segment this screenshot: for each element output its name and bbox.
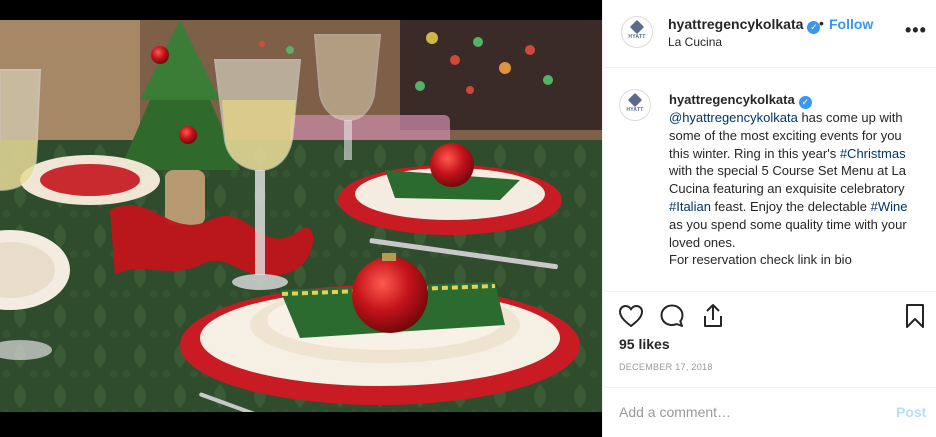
follow-button[interactable]: Follow (829, 16, 873, 32)
header-username-row: hyattregencykolkata ✓ (668, 16, 821, 34)
caption-username[interactable]: hyattregencykolkata (669, 92, 795, 107)
post-header: HYATT hyattregencykolkata ✓ • Follow La C… (603, 0, 936, 68)
post-actions: 95 likes DECEMBER 17, 2018 (603, 291, 936, 387)
caption-avatar[interactable]: HYATT (619, 89, 651, 121)
hashtag-christmas[interactable]: #Christmas (840, 146, 906, 161)
location-link[interactable]: La Cucina (668, 35, 722, 49)
header-username[interactable]: hyattregencykolkata (668, 16, 803, 32)
likes-count[interactable]: 95 likes (619, 336, 670, 352)
post-photo[interactable] (0, 20, 602, 412)
comment-bar: Post (603, 387, 936, 437)
heart-icon[interactable] (617, 302, 645, 330)
hyatt-logo-icon (627, 92, 643, 108)
christmas-table-image (0, 20, 602, 412)
comment-icon[interactable] (658, 302, 686, 330)
caption-area[interactable]: HYATT hyattregencykolkata ✓ @hyattregency… (603, 69, 936, 291)
more-options-icon[interactable]: ••• (905, 20, 927, 40)
caption-text-part: feast. Enjoy the delectable (710, 198, 871, 214)
post-comment-button[interactable]: Post (896, 404, 926, 420)
caption-text-part: with the special 5 Course Set Menu at La… (669, 163, 907, 197)
verified-badge-icon: ✓ (798, 96, 812, 109)
post-date[interactable]: DECEMBER 17, 2018 (619, 362, 713, 372)
post-modal: HYATT hyattregencykolkata ✓ • Follow La C… (0, 0, 936, 437)
share-icon[interactable] (699, 302, 727, 330)
bookmark-icon[interactable] (901, 302, 929, 330)
header-separator: • (819, 15, 824, 31)
hashtag-wine[interactable]: #Wine (871, 199, 908, 214)
caption-text-part: as you spend some quality time with your… (669, 216, 907, 250)
caption-mention[interactable]: @hyattregencykolkata (669, 110, 798, 125)
avatar[interactable]: HYATT (621, 16, 653, 48)
hyatt-logo-icon (629, 19, 645, 35)
avatar-logo-text: HYATT (628, 34, 646, 40)
caption-reservation-line: For reservation check link in bio (669, 252, 852, 268)
hashtag-italian[interactable]: #Italian (669, 199, 711, 214)
comment-input[interactable] (619, 402, 879, 422)
avatar-logo-text: HYATT (626, 107, 644, 113)
post-side-panel: HYATT hyattregencykolkata ✓ • Follow La C… (602, 0, 936, 437)
caption-text: hyattregencykolkata ✓ @hyattregencykolkat… (669, 91, 919, 269)
